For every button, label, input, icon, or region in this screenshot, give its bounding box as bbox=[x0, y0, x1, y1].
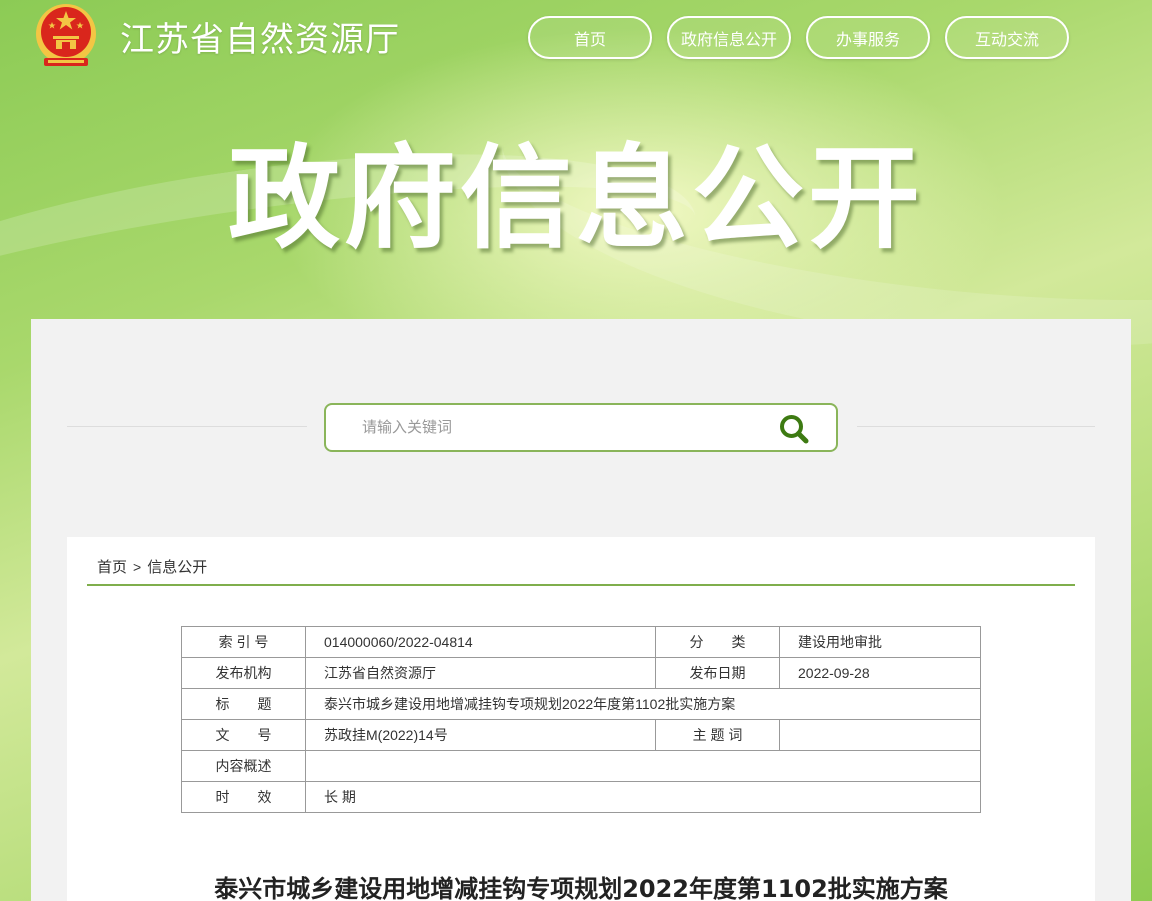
subject-value bbox=[779, 719, 981, 751]
table-row: 内容概述 bbox=[181, 750, 981, 782]
breadcrumb-current[interactable]: 信息公开 bbox=[147, 556, 207, 577]
date-value: 2022-09-28 bbox=[779, 657, 981, 689]
national-emblem-icon[interactable] bbox=[30, 2, 102, 74]
breadcrumb-separator: > bbox=[133, 558, 142, 575]
main-panel: 首页 > 信息公开 索 引 号 014000060/2022-04814 分 类… bbox=[31, 319, 1131, 901]
banner-title: 政府信息公开 bbox=[228, 134, 924, 264]
breadcrumb: 首页 > 信息公开 bbox=[97, 556, 207, 577]
search-box bbox=[324, 403, 838, 452]
publisher-label: 发布机构 bbox=[181, 657, 306, 689]
validity-value: 长 期 bbox=[305, 781, 981, 813]
subject-label: 主 题 词 bbox=[655, 719, 780, 751]
nav-gov-info[interactable]: 政府信息公开 bbox=[667, 16, 791, 59]
date-label: 发布日期 bbox=[655, 657, 780, 689]
site-title[interactable]: 江苏省自然资源厅 bbox=[120, 12, 400, 61]
table-row: 时 效 长 期 bbox=[181, 781, 981, 813]
divider bbox=[67, 426, 307, 427]
article-content: 首页 > 信息公开 索 引 号 014000060/2022-04814 分 类… bbox=[67, 537, 1095, 901]
table-row: 发布机构 江苏省自然资源厅 发布日期 2022-09-28 bbox=[181, 657, 981, 689]
breadcrumb-home[interactable]: 首页 bbox=[97, 556, 127, 577]
validity-label: 时 效 bbox=[181, 781, 306, 813]
divider bbox=[857, 426, 1095, 427]
nav-home[interactable]: 首页 bbox=[528, 16, 652, 59]
docno-value: 苏政挂M(2022)14号 bbox=[305, 719, 656, 751]
category-label: 分 类 bbox=[655, 626, 780, 658]
metadata-table: 索 引 号 014000060/2022-04814 分 类 建设用地审批 发布… bbox=[181, 626, 981, 813]
docno-label: 文 号 bbox=[181, 719, 306, 751]
publisher-value: 江苏省自然资源厅 bbox=[305, 657, 656, 689]
index-label: 索 引 号 bbox=[181, 626, 306, 658]
table-row: 标 题 泰兴市城乡建设用地增减挂钩专项规划2022年度第1102批实施方案 bbox=[181, 688, 981, 720]
index-value: 014000060/2022-04814 bbox=[305, 626, 656, 658]
search-input[interactable] bbox=[346, 405, 766, 450]
title-value: 泰兴市城乡建设用地增减挂钩专项规划2022年度第1102批实施方案 bbox=[305, 688, 981, 720]
nav-interaction[interactable]: 互动交流 bbox=[945, 16, 1069, 59]
search-icon[interactable] bbox=[778, 413, 810, 445]
category-value: 建设用地审批 bbox=[779, 626, 981, 658]
nav-services[interactable]: 办事服务 bbox=[806, 16, 930, 59]
summary-value bbox=[305, 750, 981, 782]
table-row: 索 引 号 014000060/2022-04814 分 类 建设用地审批 bbox=[181, 626, 981, 658]
breadcrumb-divider bbox=[87, 584, 1075, 586]
summary-label: 内容概述 bbox=[181, 750, 306, 782]
table-row: 文 号 苏政挂M(2022)14号 主 题 词 bbox=[181, 719, 981, 751]
document-title: 泰兴市城乡建设用地增减挂钩专项规划2022年度第1102批实施方案 bbox=[214, 875, 948, 901]
main-nav: 首页 政府信息公开 办事服务 互动交流 bbox=[528, 16, 1069, 59]
title-label: 标 题 bbox=[181, 688, 306, 720]
